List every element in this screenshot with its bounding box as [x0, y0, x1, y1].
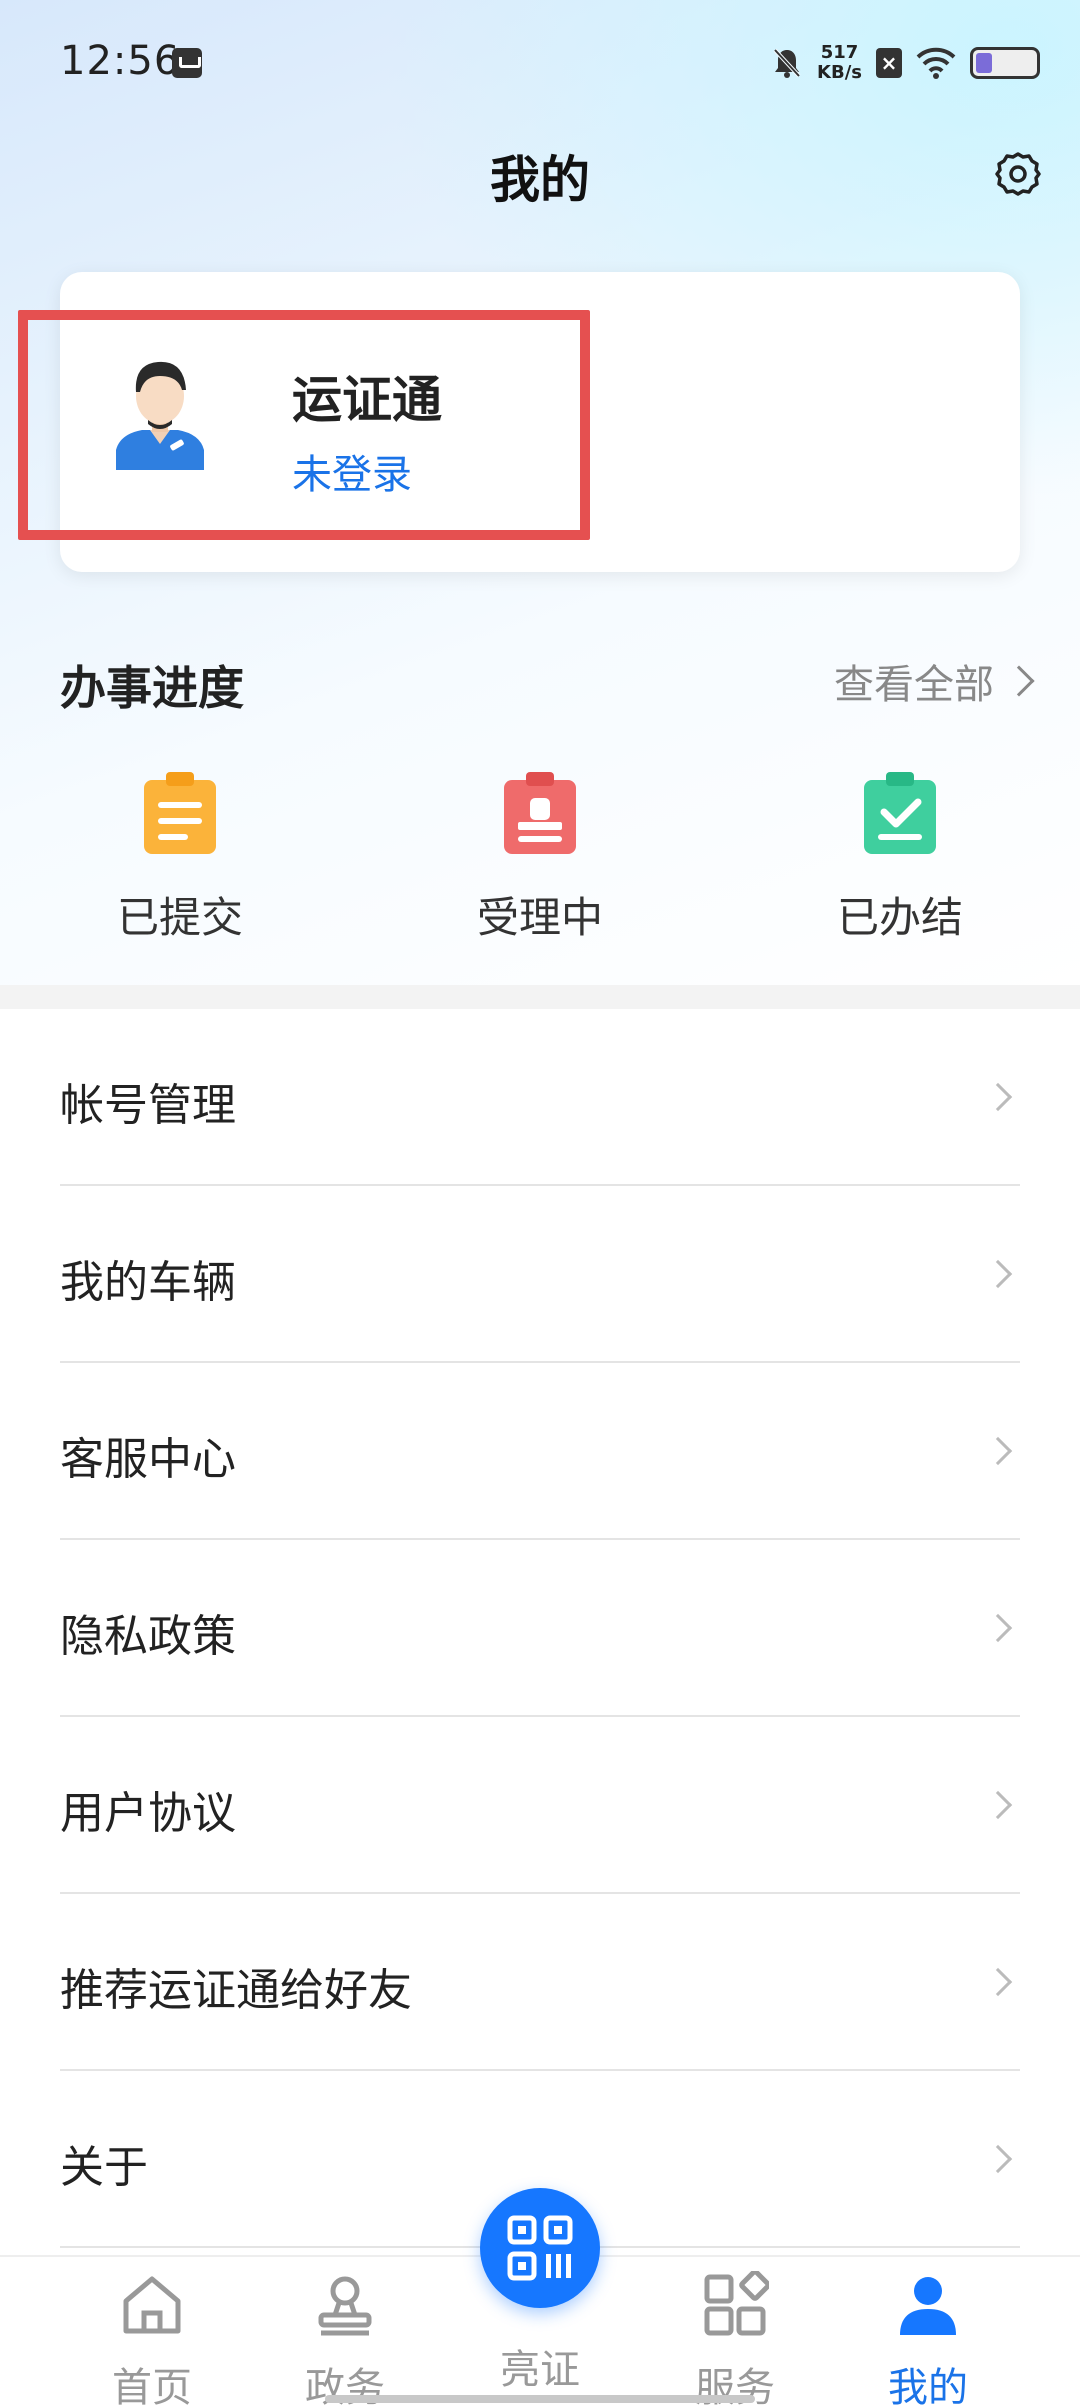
qr-code-icon [507, 2215, 573, 2281]
chevron-right-icon [1003, 665, 1035, 697]
settings-menu: 帐号管理 我的车辆 客服中心 隐私政策 用户协议 推荐运证通给好友 关于 [0, 1009, 1080, 2248]
battery-icon [970, 47, 1040, 79]
progress-label: 已办结 [836, 893, 963, 942]
progress-section-title: 办事进度 [60, 661, 244, 715]
section-divider [0, 985, 1080, 1009]
progress-item-completed[interactable]: 已办结 [750, 770, 1050, 945]
progress-item-submitted[interactable]: 已提交 [30, 770, 330, 945]
progress-items: 已提交 受理中 已办结 [0, 770, 1080, 942]
page-title: 我的 [490, 151, 590, 209]
progress-label: 受理中 [476, 893, 603, 942]
menu-item-label: 隐私政策 [60, 1611, 236, 1662]
chevron-right-icon [983, 2144, 1013, 2174]
status-icons: 517 KB/s × [771, 38, 1040, 88]
network-speed-unit: KB/s [817, 62, 862, 83]
wifi-icon [916, 47, 956, 79]
settings-gear-icon[interactable] [994, 150, 1042, 198]
menu-item-privacy-policy[interactable]: 隐私政策 [0, 1540, 1080, 1717]
home-indicator[interactable] [325, 2395, 755, 2403]
apps-icon [704, 2269, 771, 2336]
chevron-right-icon [983, 1967, 1013, 1997]
menu-item-label: 我的车辆 [60, 1257, 236, 1308]
clipboard-stamp-icon [504, 772, 576, 854]
progress-item-processing[interactable]: 受理中 [390, 770, 690, 945]
nav-item-mine[interactable]: 我的 [848, 2271, 1008, 2408]
view-all-link[interactable]: 查看全部 [834, 652, 1035, 710]
chevron-right-icon [983, 1259, 1013, 1289]
user-icon [900, 2277, 956, 2335]
status-time: 12:56 [60, 38, 181, 84]
network-speed: 517 KB/s [817, 43, 862, 83]
clipboard-check-icon [864, 772, 936, 854]
menu-item-user-agreement[interactable]: 用户协议 [0, 1717, 1080, 1894]
menu-item-vehicles[interactable]: 我的车辆 [0, 1186, 1080, 1363]
chevron-right-icon [983, 1790, 1013, 1820]
nav-label-show-certificate: 亮证 [500, 2347, 580, 2393]
home-icon [123, 2276, 181, 2334]
progress-label: 已提交 [116, 893, 243, 942]
stamp-icon [318, 2276, 372, 2336]
notification-app-icon [172, 48, 202, 78]
battery-level [976, 53, 992, 73]
menu-item-label: 用户协议 [60, 1788, 236, 1839]
chevron-right-icon [983, 1082, 1013, 1112]
menu-item-label: 关于 [60, 2142, 148, 2193]
view-all-label: 查看全部 [834, 662, 994, 708]
nav-label: 首页 [112, 2365, 192, 2408]
menu-item-recommend[interactable]: 推荐运证通给好友 [0, 1894, 1080, 2071]
close-box-icon: × [876, 48, 902, 78]
menu-item-customer-service[interactable]: 客服中心 [0, 1363, 1080, 1540]
clipboard-list-icon [144, 772, 216, 854]
network-speed-value: 517 [820, 42, 859, 63]
nav-item-home[interactable]: 首页 [72, 2271, 232, 2408]
page: 12:56 517 KB/s × 我的 运证通 未登录 办事进度 查看全部 已提… [0, 0, 1080, 2408]
menu-item-label: 客服中心 [60, 1434, 236, 1485]
highlight-box [18, 310, 590, 540]
chevron-right-icon [983, 1613, 1013, 1643]
nav-item-government[interactable]: 政务 [265, 2271, 425, 2408]
menu-item-account[interactable]: 帐号管理 [0, 1009, 1080, 1186]
menu-item-label: 推荐运证通给好友 [60, 1965, 412, 2016]
show-certificate-button[interactable] [480, 2188, 600, 2308]
mute-bell-icon [773, 48, 801, 78]
status-bar: 12:56 517 KB/s × [0, 0, 1080, 125]
nav-label: 我的 [888, 2365, 968, 2408]
chevron-right-icon [983, 1436, 1013, 1466]
nav-item-services[interactable]: 服务 [655, 2269, 815, 2408]
menu-item-label: 帐号管理 [60, 1080, 236, 1131]
